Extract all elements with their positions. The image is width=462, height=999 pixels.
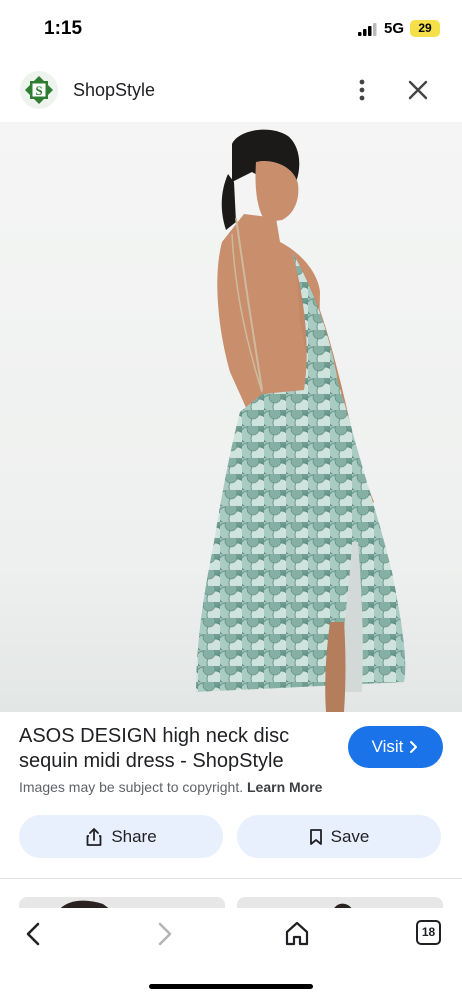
browser-toolbar: 18 — [0, 908, 462, 999]
signal-icon — [358, 23, 377, 36]
close-icon[interactable] — [404, 76, 432, 104]
home-indicator — [149, 984, 313, 989]
forward-arrow-icon[interactable] — [152, 920, 176, 948]
more-vert-icon[interactable] — [350, 76, 374, 104]
share-label: Share — [111, 826, 157, 846]
product-image[interactable] — [0, 122, 462, 712]
save-label: Save — [330, 826, 370, 846]
copyright-text: Images may be subject to copyright. — [19, 779, 244, 795]
copyright-notice: Images may be subject to copyright. Lear… — [19, 779, 322, 795]
save-button[interactable]: Save — [237, 815, 441, 858]
share-icon — [86, 827, 102, 846]
sheet-header: S ShopStyle — [0, 62, 462, 120]
tabs-icon[interactable]: 18 — [416, 920, 441, 945]
status-time: 1:15 — [44, 18, 83, 39]
home-icon[interactable] — [283, 919, 311, 947]
battery-icon: 29 — [410, 20, 440, 37]
visit-label: Visit — [371, 737, 404, 756]
share-button[interactable]: Share — [19, 815, 223, 858]
bookmark-icon — [309, 828, 322, 845]
learn-more-link[interactable]: Learn More — [247, 779, 322, 795]
site-name: ShopStyle — [73, 80, 156, 100]
back-arrow-icon[interactable] — [22, 920, 46, 948]
visit-button[interactable]: Visit — [348, 726, 443, 768]
product-title: ASOS DESIGN high neck disc sequin midi d… — [19, 725, 290, 772]
status-bar: 1:15 5G 29 — [0, 0, 462, 60]
divider — [0, 878, 462, 879]
logo-letter: S — [35, 83, 42, 98]
shopstyle-logo: S — [20, 71, 58, 109]
chevron-right-icon — [410, 741, 418, 753]
network-label: 5G — [384, 20, 405, 37]
